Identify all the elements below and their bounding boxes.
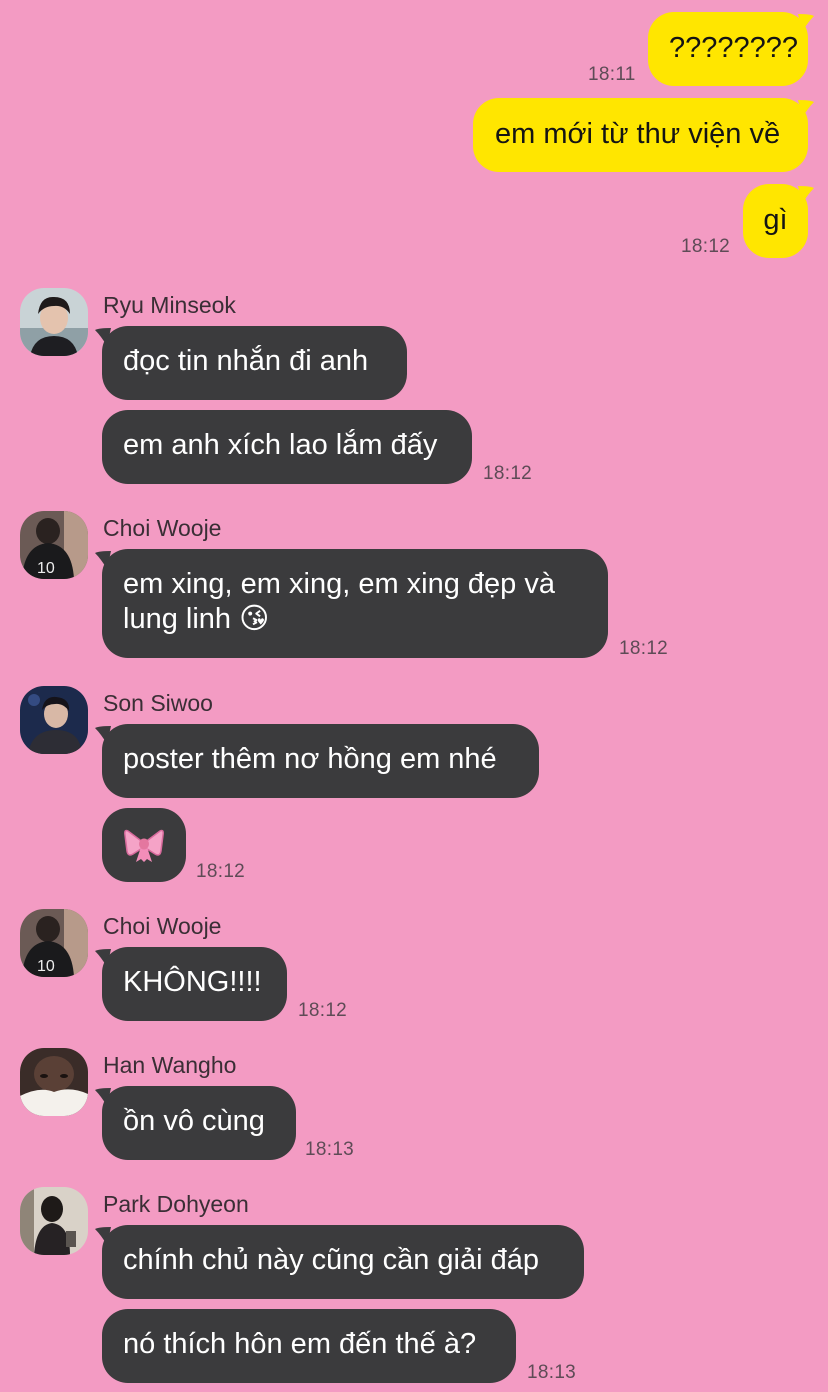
profile-photo-avatar [20, 288, 88, 356]
chat-room: ???????? 18:11 em mới từ thư viện về gì … [0, 0, 828, 1392]
incoming-message[interactable]: poster thêm nơ hồng em nhé [102, 724, 539, 798]
profile-photo-avatar: 10 [20, 909, 88, 977]
sender-name: Choi Wooje [103, 913, 222, 939]
profile-photo-avatar: 10 [20, 511, 88, 579]
avatar[interactable] [20, 686, 88, 754]
incoming-message[interactable]: KHÔNG!!!! [102, 947, 287, 1021]
message-time: 18:12 [483, 463, 533, 484]
svg-text:10: 10 [37, 560, 55, 577]
incoming-message-emoji[interactable] [102, 808, 186, 882]
bubble-tail [798, 186, 814, 204]
incoming-message[interactable]: chính chủ này cũng cần giải đáp [102, 1225, 584, 1299]
incoming-message[interactable]: em anh xích lao lắm đấy [102, 410, 472, 484]
outgoing-message[interactable]: ???????? [648, 12, 808, 86]
sender-name: Choi Wooje [103, 515, 222, 541]
incoming-message[interactable]: nó thích hôn em đến thế à? [102, 1309, 516, 1383]
sender-name: Han Wangho [103, 1052, 237, 1078]
incoming-message[interactable]: ồn vô cùng [102, 1086, 296, 1160]
message-time: 18:12 [298, 1000, 348, 1021]
message-time: 18:12 [681, 236, 731, 257]
message-time: 18:12 [619, 638, 669, 659]
svg-text:10: 10 [37, 958, 55, 975]
bubble-tail [798, 100, 814, 118]
message-time: 18:13 [305, 1139, 355, 1160]
avatar[interactable] [20, 288, 88, 356]
ribbon-emoji-icon [124, 829, 164, 862]
sender-name: Ryu Minseok [103, 292, 236, 318]
sender-name: Park Dohyeon [103, 1191, 249, 1217]
message-time: 18:12 [196, 861, 246, 882]
incoming-message[interactable]: đọc tin nhắn đi anh [102, 326, 407, 400]
bubble-tail [798, 14, 814, 32]
avatar[interactable]: 10 [20, 511, 88, 579]
sender-name: Son Siwoo [103, 690, 213, 716]
avatar[interactable] [20, 1048, 88, 1116]
avatar[interactable] [20, 1187, 88, 1255]
profile-photo-avatar [20, 686, 88, 754]
incoming-message[interactable]: em xing, em xing, em xing đẹp và lung li… [102, 549, 608, 658]
avatar[interactable]: 10 [20, 909, 88, 977]
message-time: 18:13 [527, 1362, 577, 1383]
profile-photo-avatar [20, 1048, 88, 1116]
message-time: 18:11 [588, 64, 636, 85]
profile-photo-avatar [20, 1187, 88, 1255]
outgoing-message[interactable]: em mới từ thư viện về [473, 98, 808, 172]
